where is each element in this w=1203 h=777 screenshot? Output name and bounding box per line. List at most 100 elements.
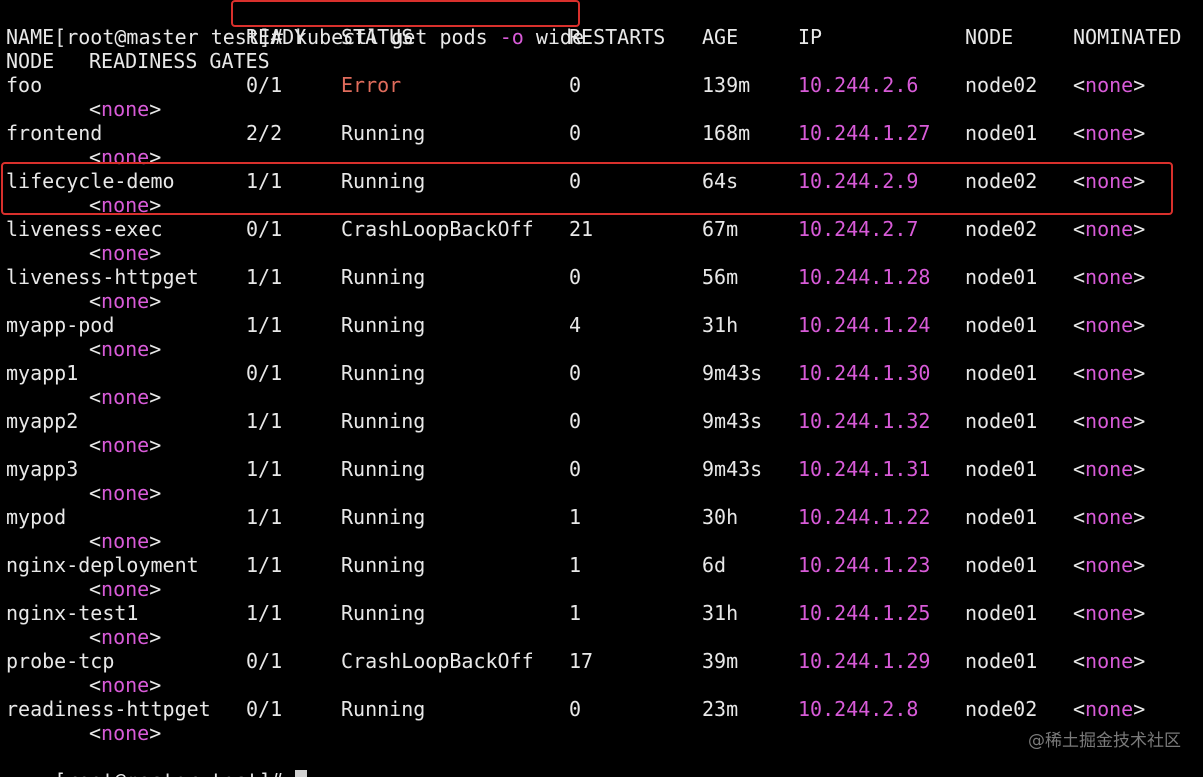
pod-name: nginx-test1 xyxy=(6,601,139,625)
table-row: liveness-exec 0/1 CrashLoopBackOff 21 67m 10.… xyxy=(0,217,1203,241)
pod-status: Running xyxy=(341,313,426,337)
pod-name: lifecycle-demo xyxy=(6,169,175,193)
pod-ip: 10.244.1.27 xyxy=(798,121,931,145)
pod-readiness-gates: <none> xyxy=(89,337,162,361)
pod-restarts: 4 xyxy=(569,313,582,337)
pod-status: Running xyxy=(341,409,426,433)
pod-node: node01 xyxy=(965,649,1038,673)
table-row-wrap: <none> xyxy=(0,529,1203,553)
pod-age: 56m xyxy=(702,265,739,289)
table-row: myapp2 1/1 Running 0 9m43s 10.244.1.32 node01 <… xyxy=(0,409,1203,433)
pod-readiness-gates: <none> xyxy=(89,145,162,169)
pod-nominated-node: <none> xyxy=(1073,697,1146,721)
pod-ready: 1/1 xyxy=(246,553,283,577)
table-row: mypod 1/1 Running 1 30h 10.244.1.22 node01 <non… xyxy=(0,505,1203,529)
pod-nominated-node: <none> xyxy=(1073,649,1146,673)
pod-nominated-node: <none> xyxy=(1073,601,1146,625)
pod-restarts: 1 xyxy=(569,601,582,625)
pod-nominated-node: <none> xyxy=(1073,217,1146,241)
table-row: foo 0/1 Error 0 139m 10.244.2.6 node02 <none> xyxy=(0,73,1203,97)
pod-name: liveness-httpget xyxy=(6,265,199,289)
table-row-wrap: <none> xyxy=(0,625,1203,649)
pod-nominated-node: <none> xyxy=(1073,73,1146,97)
pod-age: 39m xyxy=(702,649,739,673)
watermark: @稀土掘金技术社区 xyxy=(1028,731,1181,751)
pod-name: myapp2 xyxy=(6,409,79,433)
pod-readiness-gates: <none> xyxy=(89,481,162,505)
pod-age: 6d xyxy=(702,553,727,577)
pod-restarts: 0 xyxy=(569,457,582,481)
pod-ready: 1/1 xyxy=(246,457,283,481)
header-readiness-gates: READINESS GATES xyxy=(89,49,270,73)
pod-age: 30h xyxy=(702,505,739,529)
pod-age: 31h xyxy=(702,313,739,337)
pod-restarts: 0 xyxy=(569,697,582,721)
table-row: nginx-deployment 1/1 Running 1 6d 10.244.1.23… xyxy=(0,553,1203,577)
pod-status: Running xyxy=(341,265,426,289)
final-prompt-line: [root@master test]# xyxy=(6,745,307,777)
pod-ip: 10.244.2.6 xyxy=(798,73,919,97)
pod-age: 64s xyxy=(702,169,739,193)
header-ip: IP xyxy=(798,25,823,49)
header-nominated-node: NODE xyxy=(6,49,55,73)
pod-status: Running xyxy=(341,457,426,481)
command-line: [root@master test]# kubectl get pods -o … xyxy=(6,1,584,49)
pod-age: 67m xyxy=(702,217,739,241)
pod-status: Running xyxy=(341,169,426,193)
pod-nominated-node: <none> xyxy=(1073,313,1146,337)
pod-name: mypod xyxy=(6,505,67,529)
table-row: myapp3 1/1 Running 0 9m43s 10.244.1.31 node01 <… xyxy=(0,457,1203,481)
pod-node: node01 xyxy=(965,505,1038,529)
terminal-window[interactable]: [root@master test]# kubectl get pods -o … xyxy=(0,0,1203,777)
pod-age: 9m43s xyxy=(702,361,763,385)
pod-name: myapp-pod xyxy=(6,313,115,337)
table-row: probe-tcp 0/1 CrashLoopBackOff 17 39m 10.244.… xyxy=(0,649,1203,673)
table-row-wrap: <none> xyxy=(0,241,1203,265)
table-row: frontend 2/2 Running 0 168m 10.244.1.27 node01… xyxy=(0,121,1203,145)
pod-node: node01 xyxy=(965,409,1038,433)
pod-ip: 10.244.1.32 xyxy=(798,409,931,433)
pod-name: myapp3 xyxy=(6,457,79,481)
header-status: STATUS xyxy=(341,25,414,49)
pod-readiness-gates: <none> xyxy=(89,721,162,745)
pod-status: Running xyxy=(341,601,426,625)
pod-readiness-gates: <none> xyxy=(89,433,162,457)
pod-restarts: 0 xyxy=(569,121,582,145)
pod-ip: 10.244.1.25 xyxy=(798,601,931,625)
pod-status: Error xyxy=(341,73,402,97)
pod-ready: 0/1 xyxy=(246,217,283,241)
pod-restarts: 0 xyxy=(569,409,582,433)
table-row: readiness-httpget 0/1 Running 0 23m 10.244.2.… xyxy=(0,697,1203,721)
pod-node: node01 xyxy=(965,601,1038,625)
pod-name: nginx-deployment xyxy=(6,553,199,577)
pod-node: node02 xyxy=(965,697,1038,721)
pod-readiness-gates: <none> xyxy=(89,577,162,601)
table-row: lifecycle-demo 1/1 Running 0 64s 10.244.2.9 no… xyxy=(0,169,1203,193)
header-restarts: RESTARTS xyxy=(569,25,666,49)
pod-nominated-node: <none> xyxy=(1073,457,1146,481)
pod-ready: 1/1 xyxy=(246,505,283,529)
pod-age: 9m43s xyxy=(702,457,763,481)
pod-ready: 1/1 xyxy=(246,313,283,337)
pod-node: node01 xyxy=(965,313,1038,337)
pod-ready: 2/2 xyxy=(246,121,283,145)
pod-node: node01 xyxy=(965,457,1038,481)
pod-ip: 10.244.1.31 xyxy=(798,457,931,481)
pod-ip: 10.244.1.22 xyxy=(798,505,931,529)
pod-node: node01 xyxy=(965,361,1038,385)
pod-node: node02 xyxy=(965,73,1038,97)
pod-name: frontend xyxy=(6,121,103,145)
pod-node: node02 xyxy=(965,169,1038,193)
pod-ip: 10.244.1.24 xyxy=(798,313,931,337)
pod-restarts: 0 xyxy=(569,169,582,193)
table-row-wrap: <none> xyxy=(0,577,1203,601)
table-row-wrap: <none> xyxy=(0,385,1203,409)
pod-name: foo xyxy=(6,73,43,97)
table-header-wrap: NODE READINESS GATES xyxy=(0,49,1203,73)
pod-restarts: 1 xyxy=(569,505,582,529)
pod-restarts: 1 xyxy=(569,553,582,577)
pod-nominated-node: <none> xyxy=(1073,169,1146,193)
header-age: AGE xyxy=(702,25,739,49)
table-row: nginx-test1 1/1 Running 1 31h 10.244.1.25 node… xyxy=(0,601,1203,625)
table-row: myapp1 0/1 Running 0 9m43s 10.244.1.30 node01 <… xyxy=(0,361,1203,385)
